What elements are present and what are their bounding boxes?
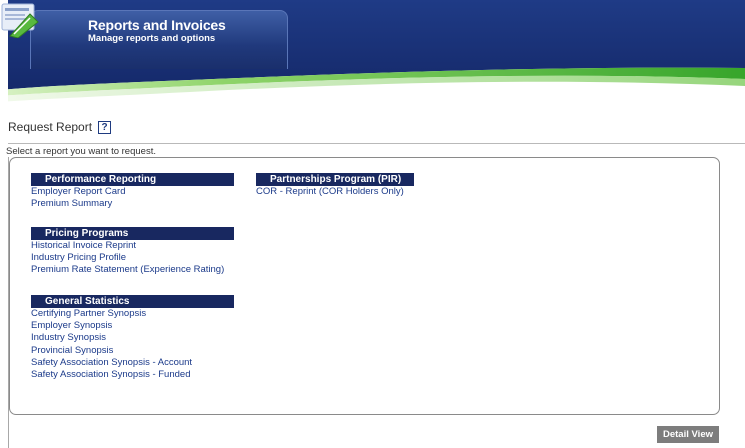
- group-heading: Pricing Programs: [31, 227, 234, 240]
- report-link-premium-summary[interactable]: Premium Summary: [31, 198, 271, 210]
- group-general-statistics: General Statistics Certifying Partner Sy…: [31, 295, 271, 381]
- help-icon[interactable]: ?: [98, 120, 112, 134]
- report-list-box: Performance Reporting Employer Report Ca…: [9, 157, 720, 415]
- group-heading: Performance Reporting: [31, 173, 234, 186]
- group-heading: General Statistics: [31, 295, 234, 308]
- instructions-text: Select a report you want to request.: [6, 146, 156, 157]
- report-link-provincial-synopsis[interactable]: Provincial Synopsis: [31, 345, 271, 357]
- report-link-safety-association-funded[interactable]: Safety Association Synopsis - Funded: [31, 369, 271, 381]
- report-link-cor-reprint[interactable]: COR - Reprint (COR Holders Only): [256, 186, 496, 198]
- page-subtitle: Manage reports and options: [88, 33, 216, 44]
- header-banner: Reports and Invoices Manage reports and …: [0, 0, 745, 104]
- group-heading: Partnerships Program (PIR): [256, 173, 414, 186]
- page-title: Reports and Invoices: [88, 17, 226, 33]
- group-partnerships-program: Partnerships Program (PIR) COR - Reprint…: [256, 173, 496, 198]
- report-link-premium-rate-statement[interactable]: Premium Rate Statement (Experience Ratin…: [31, 264, 271, 276]
- report-link-safety-association-account[interactable]: Safety Association Synopsis - Account: [31, 357, 271, 369]
- report-link-industry-synopsis[interactable]: Industry Synopsis: [31, 332, 271, 344]
- request-report-title: Request Report: [8, 120, 93, 134]
- report-link-employer-report-card[interactable]: Employer Report Card: [31, 186, 271, 198]
- request-report-heading: Request Report ?: [8, 120, 112, 134]
- report-link-historical-invoice-reprint[interactable]: Historical Invoice Reprint: [31, 240, 271, 252]
- reports-icon: [1, 3, 39, 38]
- group-pricing-programs: Pricing Programs Historical Invoice Repr…: [31, 227, 271, 277]
- group-performance-reporting: Performance Reporting Employer Report Ca…: [31, 173, 271, 210]
- report-link-industry-pricing-profile[interactable]: Industry Pricing Profile: [31, 252, 271, 264]
- report-link-employer-synopsis[interactable]: Employer Synopsis: [31, 320, 271, 332]
- divider: [8, 143, 745, 144]
- report-link-certifying-partner-synopsis[interactable]: Certifying Partner Synopsis: [31, 308, 271, 320]
- detail-view-button[interactable]: Detail View: [657, 426, 719, 443]
